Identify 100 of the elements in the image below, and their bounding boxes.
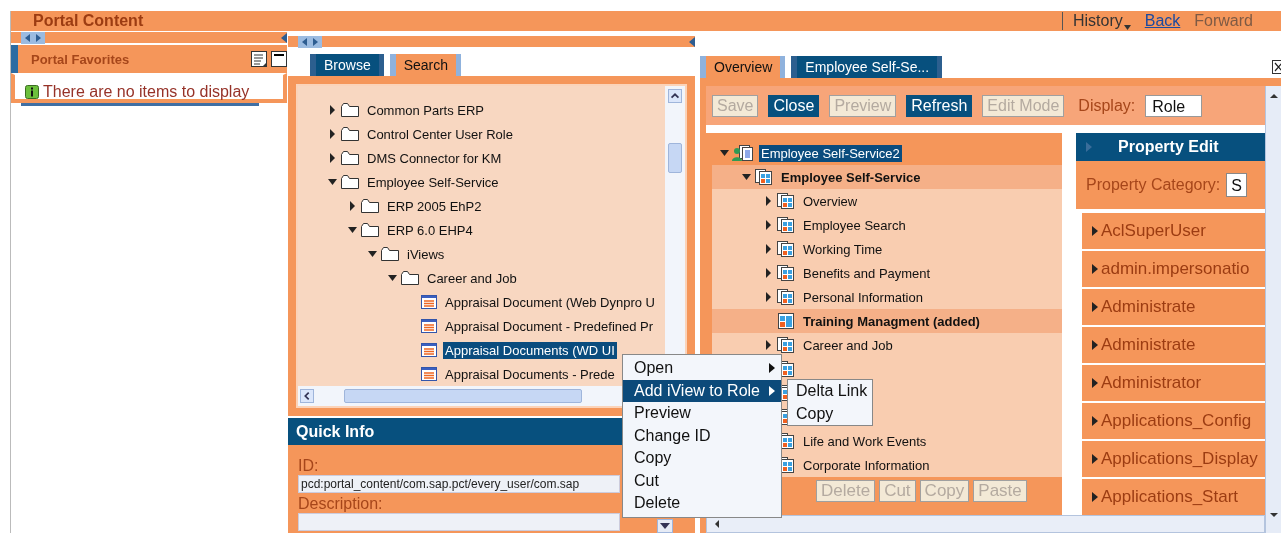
property-name: admin.impersonatio bbox=[1101, 259, 1250, 279]
collapse-icon[interactable] bbox=[348, 225, 357, 235]
expand-icon[interactable] bbox=[764, 244, 773, 254]
folder-icon bbox=[400, 270, 420, 286]
property-name: Administrate bbox=[1101, 335, 1196, 355]
expand-icon[interactable] bbox=[328, 105, 337, 115]
tree-item[interactable]: Benefits and Payment bbox=[801, 264, 933, 282]
submenu-arrow-icon bbox=[769, 385, 775, 396]
property-name: Applications_Config bbox=[1101, 411, 1252, 431]
expand-icon bbox=[1092, 454, 1098, 464]
toolbar-button[interactable]: Close bbox=[768, 94, 820, 117]
expand-icon[interactable] bbox=[764, 292, 773, 302]
back-link[interactable]: Back bbox=[1144, 12, 1181, 30]
right-arrow-icon bbox=[311, 36, 319, 47]
panel-title: Property Edit bbox=[1118, 138, 1219, 156]
tab[interactable]: Overview bbox=[700, 56, 786, 78]
collapse-icon[interactable] bbox=[328, 177, 337, 187]
expand-icon bbox=[1092, 340, 1098, 350]
expand-icon[interactable] bbox=[348, 201, 357, 211]
tree-item[interactable]: DMS Connector for KM bbox=[365, 149, 504, 167]
folder-icon bbox=[340, 150, 360, 166]
field-label: Property Category: bbox=[1086, 176, 1221, 194]
folder-icon bbox=[360, 198, 380, 214]
document-icon bbox=[420, 366, 438, 382]
tree-item[interactable]: Control Center User Role bbox=[365, 125, 515, 143]
expand-icon bbox=[1092, 226, 1098, 236]
tree-item[interactable]: Overview bbox=[801, 192, 860, 210]
tree-item[interactable]: Personal Information bbox=[801, 288, 925, 306]
tree-item[interactable]: Common Parts ERP bbox=[365, 101, 487, 119]
menu-item[interactable]: Copy bbox=[623, 447, 781, 470]
tree-item[interactable]: Life and Work Events bbox=[801, 432, 929, 450]
tree-item[interactable]: Appraisal Document - Predefined Pr bbox=[443, 317, 656, 335]
tab[interactable]: Employee Self-Se... bbox=[791, 56, 943, 78]
collapse-arrow-icon bbox=[281, 32, 287, 43]
horizontal-scrollbar[interactable] bbox=[706, 515, 1265, 533]
vertical-scrollbar[interactable] bbox=[1265, 86, 1281, 533]
pages-icon bbox=[776, 264, 796, 282]
tree-item[interactable]: iViews bbox=[405, 245, 447, 263]
input-field[interactable]: pcd:portal_content/com.sap.pct/every_user/com.sap bbox=[298, 475, 620, 493]
tree-item[interactable]: Career and Job bbox=[801, 336, 895, 354]
history-link[interactable]: History bbox=[1072, 12, 1131, 30]
expand-icon bbox=[1086, 142, 1092, 152]
empty-message: There are no items to display bbox=[43, 83, 250, 101]
menu-item[interactable]: Cut bbox=[623, 469, 781, 492]
field-label: ID: bbox=[298, 457, 319, 475]
tree-item[interactable]: Appraisal Document (Web Dynpro U bbox=[443, 293, 657, 311]
scroll-thumb[interactable] bbox=[344, 389, 582, 403]
folder-icon bbox=[380, 246, 400, 262]
folder-icon bbox=[360, 222, 380, 238]
menu-item[interactable]: Open bbox=[623, 357, 781, 380]
collapse-icon[interactable] bbox=[720, 148, 729, 158]
collapse-icon[interactable] bbox=[388, 273, 397, 283]
expand-icon[interactable] bbox=[764, 268, 773, 278]
property-name: Applications_Display bbox=[1101, 449, 1258, 469]
tree-item[interactable]: Appraisal Documents - Prede bbox=[443, 365, 617, 383]
left-arrow-icon bbox=[301, 36, 309, 47]
property-name: Administrator bbox=[1101, 373, 1202, 393]
page-title: Portal Content bbox=[33, 12, 144, 30]
menu-item[interactable]: Delta Link bbox=[788, 380, 872, 403]
document-icon bbox=[420, 318, 438, 334]
scroll-thumb[interactable] bbox=[668, 143, 682, 173]
menu-item[interactable]: Copy bbox=[788, 402, 872, 425]
collapse-icon[interactable] bbox=[368, 249, 377, 259]
toolbar-button[interactable]: Refresh bbox=[906, 94, 973, 117]
pages-icon bbox=[754, 168, 774, 186]
submenu-arrow-icon bbox=[769, 363, 775, 374]
scroll-down-button[interactable] bbox=[657, 519, 673, 533]
scroll-up-icon bbox=[668, 89, 682, 103]
tree-item[interactable]: ERP 2005 EhP2 bbox=[385, 197, 484, 215]
tree-item[interactable]: Working Time bbox=[801, 240, 885, 258]
expand-icon[interactable] bbox=[328, 129, 337, 139]
tab[interactable]: Browse bbox=[310, 54, 384, 76]
tree-item[interactable]: Employee Self-Service bbox=[365, 173, 501, 191]
collapse-icon[interactable] bbox=[742, 172, 751, 182]
expand-icon[interactable] bbox=[764, 196, 773, 206]
expand-icon[interactable] bbox=[328, 153, 337, 163]
tree-item[interactable]: Corporate Information bbox=[801, 456, 932, 474]
tree-item[interactable]: Career and Job bbox=[425, 269, 519, 287]
info-icon bbox=[25, 85, 39, 99]
list-options-icon bbox=[251, 51, 267, 67]
expand-icon[interactable] bbox=[764, 220, 773, 230]
pages-icon bbox=[776, 240, 796, 258]
menu-item[interactable]: Add iView to Role bbox=[623, 379, 781, 402]
menu-item[interactable]: Delete bbox=[623, 492, 781, 515]
tree-item[interactable]: Employee Search bbox=[801, 216, 908, 234]
input-field[interactable] bbox=[298, 513, 620, 531]
pages-icon bbox=[776, 216, 796, 234]
right-arrow-icon bbox=[34, 32, 42, 43]
property-name: AclSuperUser bbox=[1101, 221, 1206, 241]
expand-icon[interactable] bbox=[764, 340, 773, 350]
tree-item[interactable]: ERP 6.0 EHP4 bbox=[385, 221, 475, 239]
pages-icon bbox=[776, 192, 796, 210]
collapse-arrow-icon bbox=[689, 36, 695, 47]
folder-icon bbox=[340, 126, 360, 142]
tree-item[interactable]: Employee Self-Service2 bbox=[759, 144, 902, 162]
left-arrow-icon bbox=[24, 32, 32, 43]
tab[interactable]: Search bbox=[389, 54, 462, 76]
tree-item[interactable]: Appraisal Documents (WD UI bbox=[443, 341, 617, 359]
category-dropdown[interactable]: S bbox=[1226, 173, 1247, 197]
display-dropdown[interactable]: Role bbox=[1145, 94, 1203, 117]
